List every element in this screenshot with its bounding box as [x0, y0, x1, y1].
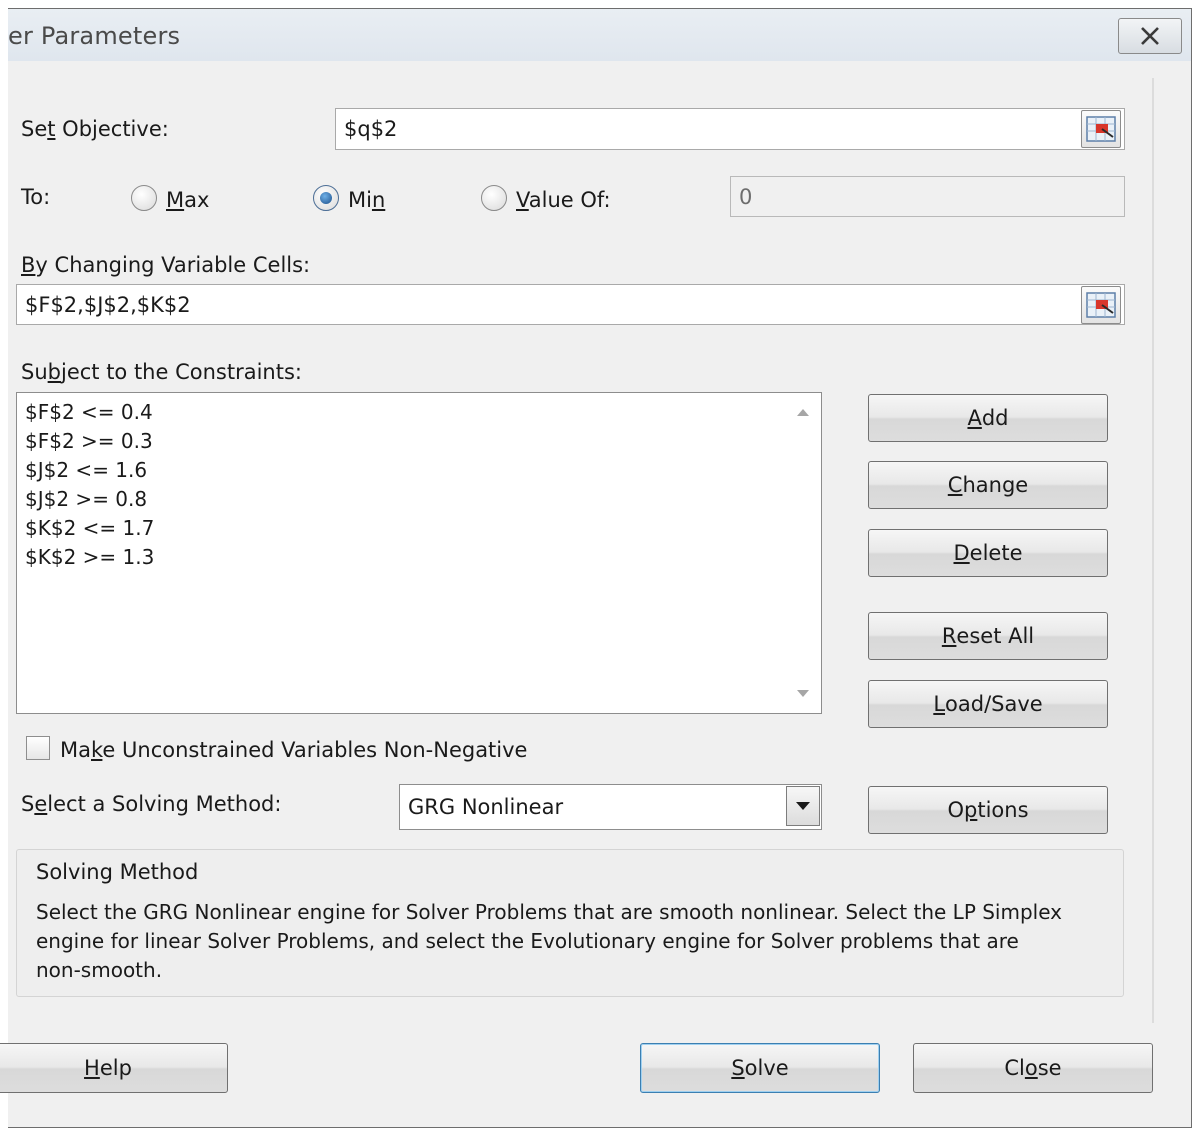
constraints-listbox[interactable]: $F$2 <= 0.4 $F$2 >= 0.3 $J$2 <= 1.6 $J$2…: [16, 392, 822, 714]
close-window-button[interactable]: [1118, 18, 1182, 54]
value-of-input[interactable]: 0: [730, 176, 1125, 217]
value-of-radio-label[interactable]: Value Of:: [516, 188, 611, 212]
non-negative-checkbox[interactable]: [26, 736, 50, 760]
changing-cells-range-button[interactable]: [1081, 286, 1121, 324]
scroll-down-icon[interactable]: [797, 690, 809, 697]
max-radio[interactable]: [131, 185, 157, 211]
set-objective-label: Set Objective:: [21, 117, 169, 141]
constraint-item[interactable]: $F$2 >= 0.3: [25, 429, 153, 453]
chevron-down-icon: [796, 802, 810, 810]
min-radio[interactable]: [313, 185, 339, 211]
changing-cells-input[interactable]: $F$2,$J$2,$K$2: [16, 284, 1125, 325]
close-icon: [1141, 27, 1159, 45]
client-area-edge: [1152, 78, 1154, 1024]
range-select-icon: [1086, 116, 1116, 142]
close-button[interactable]: Cl o se: [913, 1043, 1153, 1093]
solving-method-dropdown-button[interactable]: [786, 786, 820, 826]
set-objective-value: $q$2: [344, 117, 398, 141]
max-radio-label[interactable]: Max: [166, 188, 209, 212]
constraint-item[interactable]: $J$2 <= 1.6: [25, 458, 147, 482]
solving-method-label: Select a Solving Method:: [21, 792, 282, 816]
reset-all-button[interactable]: Reset All: [868, 612, 1108, 660]
dialog-title: er Parameters: [8, 22, 181, 50]
value-of-radio[interactable]: [481, 185, 507, 211]
description-line: engine for linear Solver Problems, and s…: [36, 929, 1019, 953]
value-of-value: 0: [739, 184, 753, 209]
constraint-item[interactable]: $J$2 >= 0.8: [25, 487, 147, 511]
scroll-up-icon[interactable]: [797, 409, 809, 416]
change-button[interactable]: Change: [868, 461, 1108, 509]
set-objective-input[interactable]: $q$2: [335, 108, 1125, 150]
constraint-item[interactable]: $K$2 <= 1.7: [25, 516, 154, 540]
delete-button[interactable]: Delete: [868, 529, 1108, 577]
solving-method-value: GRG Nonlinear: [408, 795, 564, 819]
range-select-icon: [1086, 292, 1116, 318]
description-line: Select the GRG Nonlinear engine for Solv…: [36, 900, 1063, 924]
constraints-label: Subject to the Constraints:: [21, 360, 302, 384]
load-save-button[interactable]: Load/Save: [868, 680, 1108, 728]
description-line: non-smooth.: [36, 958, 163, 982]
constraint-item[interactable]: $F$2 <= 0.4: [25, 400, 153, 424]
solving-method-heading: Solving Method: [36, 860, 199, 884]
changing-cells-label: By Changing Variable Cells:: [21, 253, 311, 277]
non-negative-label[interactable]: Make Unconstrained Variables Non-Negativ…: [60, 738, 527, 762]
solving-method-description: Select the GRG Nonlinear engine for Solv…: [36, 898, 1116, 985]
add-button[interactable]: Add: [868, 394, 1108, 442]
changing-cells-value: $F$2,$J$2,$K$2: [25, 292, 191, 317]
title-bar: [8, 9, 1191, 61]
to-label: To:: [21, 185, 51, 209]
min-radio-dot: [320, 192, 332, 204]
min-radio-label[interactable]: Min: [348, 188, 385, 212]
set-objective-range-button[interactable]: [1081, 110, 1121, 148]
solving-method-select[interactable]: GRG Nonlinear: [399, 784, 822, 830]
options-button[interactable]: Op tions: [868, 786, 1108, 834]
constraint-item[interactable]: $K$2 >= 1.3: [25, 545, 154, 569]
help-button[interactable]: Help: [0, 1043, 228, 1093]
solve-button[interactable]: Solve: [640, 1043, 880, 1093]
